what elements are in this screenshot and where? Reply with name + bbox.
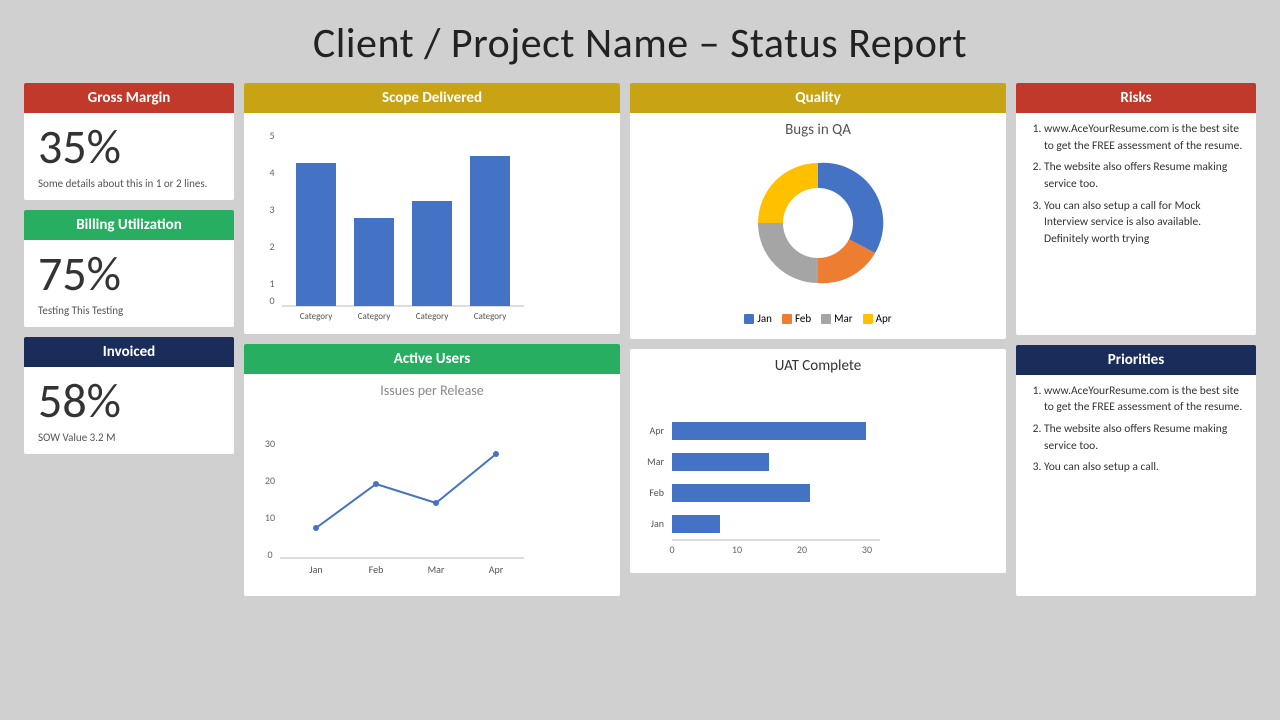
middle-left-col: Scope Delivered 5 4 3 2 1 0 Category 1 bbox=[244, 83, 620, 596]
quality-card: Quality Bugs in QA bbox=[630, 83, 1006, 339]
middle-right-col: Quality Bugs in QA bbox=[630, 83, 1006, 596]
page-title: Client / Project Name – Status Report bbox=[24, 18, 1256, 69]
svg-text:Apr: Apr bbox=[489, 563, 504, 576]
svg-text:Feb: Feb bbox=[649, 486, 664, 499]
gross-margin-card: Gross Margin 35% Some details about this… bbox=[24, 83, 234, 200]
quality-chart-body: Bugs in QA bbox=[630, 113, 1006, 339]
billing-value: 75% bbox=[38, 250, 220, 298]
svg-text:0: 0 bbox=[269, 294, 274, 307]
priority-item-3: You can also setup a call. bbox=[1044, 459, 1244, 476]
svg-text:2: 2 bbox=[269, 240, 274, 253]
priority-item-2: The website also offers Resume making se… bbox=[1044, 421, 1244, 454]
svg-text:Category: Category bbox=[474, 311, 508, 321]
scope-delivered-card: Scope Delivered 5 4 3 2 1 0 Category 1 bbox=[244, 83, 620, 334]
risk-item-2: The website also offers Resume making se… bbox=[1044, 159, 1244, 192]
svg-text:30: 30 bbox=[862, 543, 872, 556]
active-users-card: Active Users Issues per Release 0 10 20 … bbox=[244, 344, 620, 596]
svg-text:4: 4 bbox=[269, 166, 274, 179]
svg-text:Apr: Apr bbox=[649, 424, 664, 437]
svg-text:Mar: Mar bbox=[647, 455, 664, 468]
active-users-chart-body: Issues per Release 0 10 20 30 bbox=[244, 374, 620, 596]
svg-text:Jan: Jan bbox=[309, 563, 322, 576]
gross-margin-header: Gross Margin bbox=[24, 83, 234, 113]
right-column: Risks www.AceYourResume.com is the best … bbox=[1016, 83, 1256, 596]
svg-text:30: 30 bbox=[265, 437, 275, 450]
gross-margin-value: 35% bbox=[38, 123, 220, 171]
risks-header: Risks bbox=[1016, 83, 1256, 113]
billing-desc: Testing This Testing bbox=[38, 304, 220, 317]
scope-chart-body: 5 4 3 2 1 0 Category 1 Category 2 bbox=[244, 113, 620, 334]
svg-text:Mar: Mar bbox=[428, 563, 445, 576]
svg-text:0: 0 bbox=[267, 548, 272, 561]
svg-text:10: 10 bbox=[732, 543, 742, 556]
billing-card: Billing Utilization 75% Testing This Tes… bbox=[24, 210, 234, 327]
scope-chart: 5 4 3 2 1 0 Category 1 Category 2 bbox=[254, 121, 534, 321]
scope-header: Scope Delivered bbox=[244, 83, 620, 113]
billing-header: Billing Utilization bbox=[24, 210, 234, 240]
svg-text:Category: Category bbox=[358, 311, 392, 321]
risk-item-1: www.AceYourResume.com is the best site t… bbox=[1044, 121, 1244, 154]
svg-text:Category: Category bbox=[300, 311, 334, 321]
svg-text:0: 0 bbox=[669, 543, 674, 556]
invoiced-value: 58% bbox=[38, 377, 220, 425]
priorities-body: www.AceYourResume.com is the best site t… bbox=[1016, 375, 1256, 489]
svg-text:20: 20 bbox=[265, 474, 275, 487]
donut-chart bbox=[688, 143, 948, 303]
risks-body: www.AceYourResume.com is the best site t… bbox=[1016, 113, 1256, 261]
svg-text:20: 20 bbox=[797, 543, 807, 556]
svg-text:Jan: Jan bbox=[651, 517, 664, 530]
active-users-header: Active Users bbox=[244, 344, 620, 374]
invoiced-header: Invoiced bbox=[24, 337, 234, 367]
metrics-column: Gross Margin 35% Some details about this… bbox=[24, 83, 234, 596]
priority-item-1: www.AceYourResume.com is the best site t… bbox=[1044, 383, 1244, 416]
uat-card: UAT Complete 0 10 20 30 Jan Feb Mar Apr bbox=[630, 349, 1006, 573]
uat-chart: 0 10 20 30 Jan Feb Mar Apr bbox=[640, 385, 910, 560]
bugs-qa-title: Bugs in QA bbox=[640, 121, 996, 139]
priorities-card: Priorities www.AceYourResume.com is the … bbox=[1016, 345, 1256, 597]
svg-text:Feb: Feb bbox=[369, 563, 384, 576]
donut-legend: Jan Feb Mar Apr bbox=[640, 308, 996, 331]
svg-text:1: 1 bbox=[269, 277, 274, 290]
issues-chart-title: Issues per Release bbox=[254, 382, 610, 399]
invoiced-card: Invoiced 58% SOW Value 3.2 M bbox=[24, 337, 234, 454]
quality-header: Quality bbox=[630, 83, 1006, 113]
uat-header: UAT Complete bbox=[630, 349, 1006, 377]
svg-text:10: 10 bbox=[265, 511, 275, 524]
svg-text:5: 5 bbox=[269, 129, 274, 142]
invoiced-desc: SOW Value 3.2 M bbox=[38, 431, 220, 444]
gross-margin-desc: Some details about this in 1 or 2 lines. bbox=[38, 177, 220, 190]
svg-text:Category: Category bbox=[416, 311, 450, 321]
priorities-header: Priorities bbox=[1016, 345, 1256, 375]
issues-chart: 0 10 20 30 Jan Feb bbox=[254, 403, 534, 583]
risk-item-3: You can also setup a call for Mock Inter… bbox=[1044, 198, 1244, 248]
svg-text:3: 3 bbox=[269, 203, 274, 216]
risks-card: Risks www.AceYourResume.com is the best … bbox=[1016, 83, 1256, 335]
uat-chart-body: 0 10 20 30 Jan Feb Mar Apr bbox=[630, 377, 1006, 573]
